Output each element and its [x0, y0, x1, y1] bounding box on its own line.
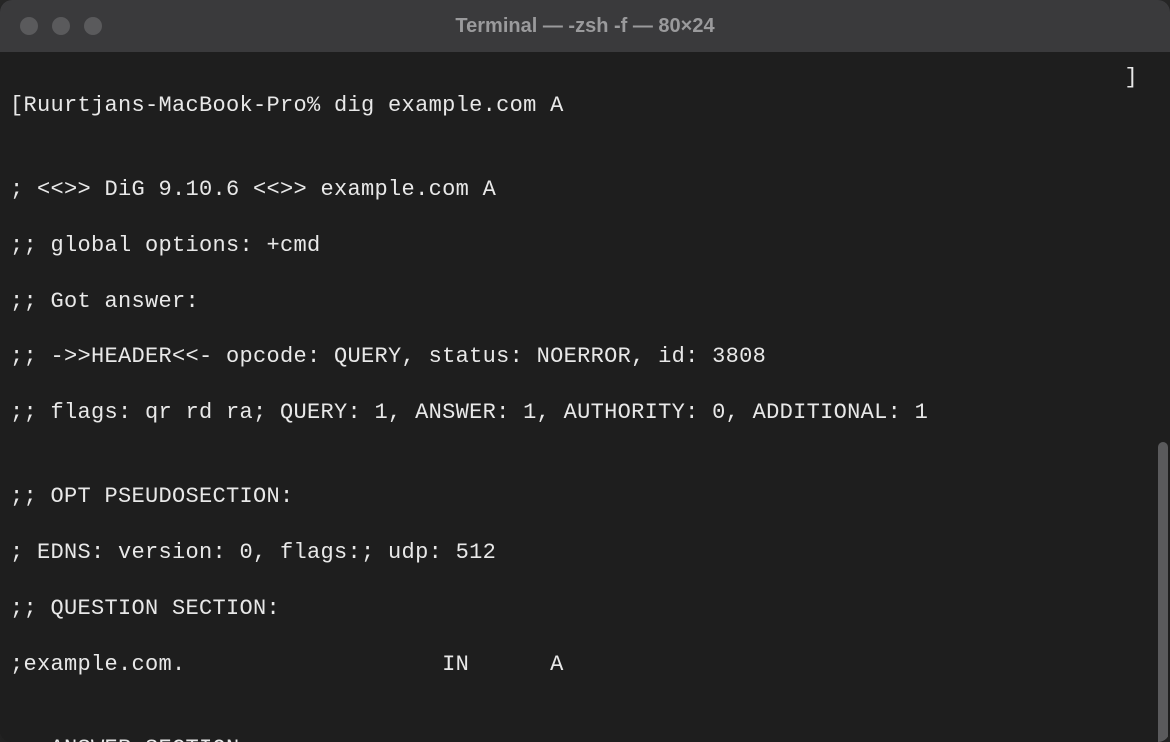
terminal-line: ;example.com. IN A	[10, 651, 1160, 679]
terminal-line: ;; global options: +cmd	[10, 232, 1160, 260]
traffic-lights	[0, 17, 102, 35]
minimize-button[interactable]	[52, 17, 70, 35]
right-bracket: ]	[1124, 64, 1138, 92]
titlebar[interactable]: Terminal — -zsh -f — 80×24	[0, 0, 1170, 52]
maximize-button[interactable]	[84, 17, 102, 35]
session-indicator-icon	[1144, 66, 1160, 86]
close-button[interactable]	[20, 17, 38, 35]
terminal-line: ;; ->>HEADER<<- opcode: QUERY, status: N…	[10, 343, 1160, 371]
terminal-line: ;; ANSWER SECTION:	[10, 735, 1160, 742]
scrollbar[interactable]	[1158, 442, 1168, 742]
terminal-line: ;; QUESTION SECTION:	[10, 595, 1160, 623]
terminal-line: ;; OPT PSEUDOSECTION:	[10, 483, 1160, 511]
terminal-line: ; <<>> DiG 9.10.6 <<>> example.com A	[10, 176, 1160, 204]
terminal-window: Terminal — -zsh -f — 80×24 [Ruurtjans-Ma…	[0, 0, 1170, 742]
terminal-line: [Ruurtjans-MacBook-Pro% dig example.com …	[10, 92, 1160, 120]
terminal-line: ;; Got answer:	[10, 288, 1160, 316]
terminal-line: ; EDNS: version: 0, flags:; udp: 512	[10, 539, 1160, 567]
window-title: Terminal — -zsh -f — 80×24	[455, 15, 714, 38]
terminal-body[interactable]: [Ruurtjans-MacBook-Pro% dig example.com …	[0, 52, 1170, 742]
terminal-line: ;; flags: qr rd ra; QUERY: 1, ANSWER: 1,…	[10, 399, 1160, 427]
